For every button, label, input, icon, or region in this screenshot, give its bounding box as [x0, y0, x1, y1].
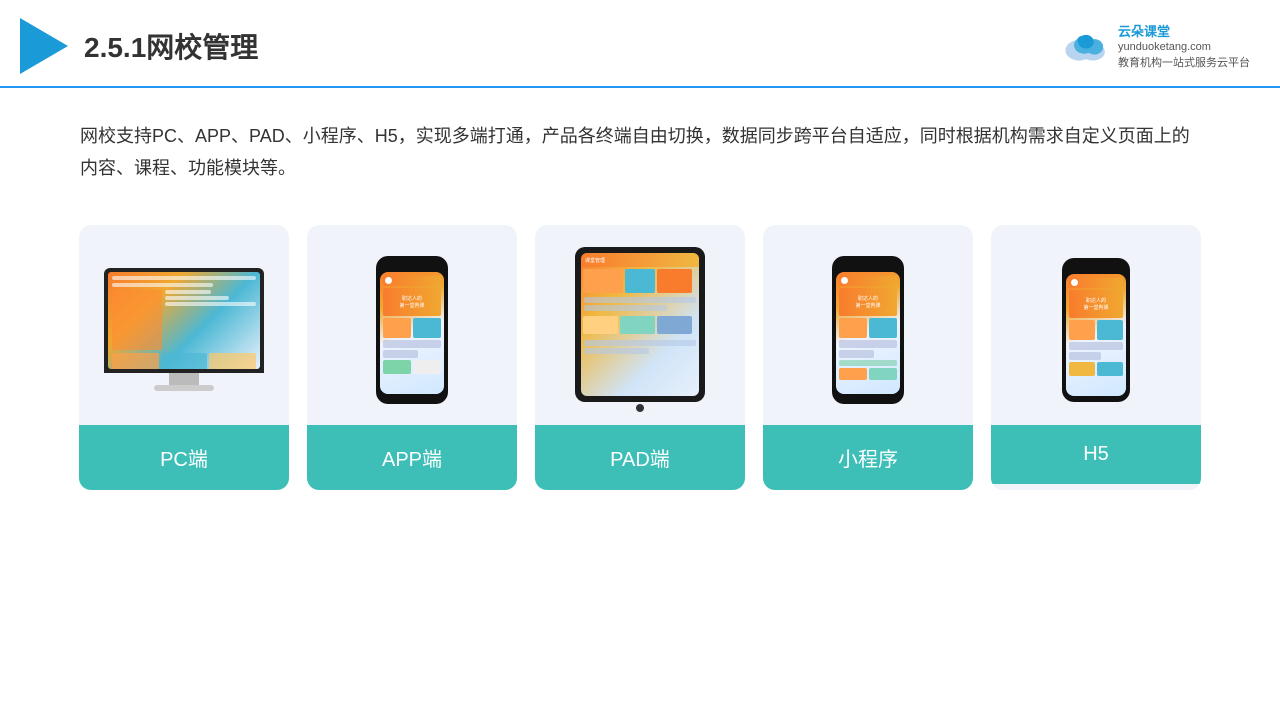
card-pad: 课堂管理 [535, 225, 745, 490]
description-content: 网校支持PC、APP、PAD、小程序、H5，实现多端打通，产品各终端自由切换，数… [80, 120, 1200, 185]
card-h5-image: 职达人的第一堂判课 [991, 225, 1201, 425]
pc-mockup [104, 268, 264, 391]
card-h5-label: H5 [991, 425, 1201, 484]
page-header: 2.5.1网校管理 云朵课堂 yunduoketang.com 教育机构一站式服… [0, 0, 1280, 88]
brand-logo: 云朵课堂 yunduoketang.com 教育机构一站式服务云平台 [1060, 21, 1250, 71]
card-miniapp-label: 小程序 [763, 425, 973, 490]
card-pad-label: PAD端 [535, 425, 745, 490]
phone-mockup-miniapp: 职达人的第一堂判课 [832, 256, 904, 404]
cards-container: PC端 职达人的第一堂判课 [0, 205, 1280, 510]
brand-text-block: 云朵课堂 yunduoketang.com 教育机构一站式服务云平台 [1118, 21, 1250, 71]
brand-name: 云朵课堂 [1118, 21, 1250, 40]
page-title: 2.5.1网校管理 [84, 26, 258, 66]
phone-mockup-h5: 职达人的第一堂判课 [1062, 258, 1130, 402]
card-miniapp: 职达人的第一堂判课 [763, 225, 973, 490]
description-text: 网校支持PC、APP、PAD、小程序、H5，实现多端打通，产品各终端自由切换，数… [0, 88, 1280, 205]
brand-url: yunduoketang.com [1118, 40, 1250, 55]
brand-tagline: 教育机构一站式服务云平台 [1118, 56, 1250, 71]
card-app-label: APP端 [307, 425, 517, 490]
card-pc-label: PC端 [79, 425, 289, 490]
card-pad-image: 课堂管理 [535, 225, 745, 425]
card-h5: 职达人的第一堂判课 [991, 225, 1201, 490]
header-left: 2.5.1网校管理 [20, 18, 258, 74]
tablet-mockup: 课堂管理 [575, 247, 705, 412]
card-miniapp-image: 职达人的第一堂判课 [763, 225, 973, 425]
card-app-image: 职达人的第一堂判课 [307, 225, 517, 425]
card-pc: PC端 [79, 225, 289, 490]
card-pc-image [79, 225, 289, 425]
cloud-icon [1060, 28, 1112, 64]
logo-triangle-icon [20, 18, 68, 74]
phone-mockup-app: 职达人的第一堂判课 [376, 256, 448, 404]
card-app: 职达人的第一堂判课 [307, 225, 517, 490]
